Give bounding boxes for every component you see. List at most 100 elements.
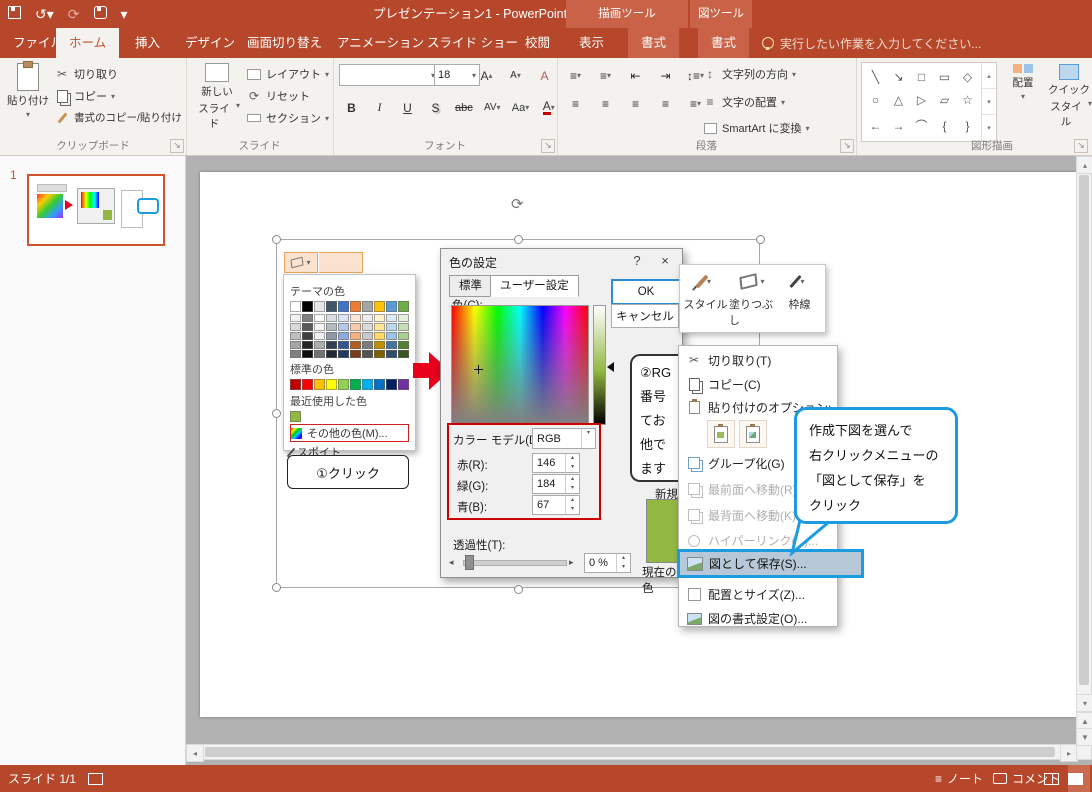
more-colors-item[interactable]: その他の色(M)... (290, 424, 409, 442)
tab-custom-colors[interactable]: ユーザー設定 (490, 275, 579, 297)
notes-button[interactable]: ≡ ノート (935, 765, 983, 792)
tab-picture-format[interactable]: 書式 (698, 28, 750, 58)
shape-icon[interactable]: △ (894, 93, 903, 107)
shape-icon[interactable]: ○ (872, 93, 879, 107)
shape-outline-button[interactable]: ▾ 枠線 (776, 269, 823, 328)
increase-indent-button[interactable]: ⇥ (655, 66, 676, 85)
bold-button[interactable]: B (341, 98, 362, 117)
fill-color-button[interactable]: ▾ (284, 252, 318, 273)
smartart-button[interactable]: SmartArt に変換 ▾ (702, 120, 809, 136)
shape-icon[interactable]: { (942, 119, 946, 133)
tab-home[interactable]: ホーム (56, 28, 120, 58)
selection-handle-top-right[interactable] (756, 235, 765, 244)
tab-drawing-format[interactable]: 書式 (628, 28, 680, 58)
redo-button[interactable]: ⟳ (68, 6, 80, 23)
transparency-spinner[interactable]: 0 % ▴ ▾ (584, 553, 631, 573)
shapes-gallery-scrollbar[interactable]: ▴ ▾ ▾ (981, 63, 996, 141)
color-swatch[interactable] (398, 341, 409, 349)
color-swatch[interactable] (326, 341, 337, 349)
underline-button[interactable]: U (397, 98, 418, 117)
rotation-handle[interactable]: ⟳ (511, 195, 524, 213)
color-swatch[interactable] (350, 314, 361, 322)
new-slide-button[interactable]: 新しい スライド ▾ (194, 63, 240, 131)
color-swatch[interactable] (290, 411, 301, 422)
color-swatch[interactable] (326, 314, 337, 322)
slide-thumbnail[interactable] (27, 174, 165, 246)
color-swatch[interactable] (362, 341, 373, 349)
drawing-dialog-launcher[interactable]: ↘ (1074, 139, 1088, 153)
tab-standard-colors[interactable]: 標準 (449, 275, 492, 297)
color-swatch[interactable] (374, 350, 385, 358)
color-swatch[interactable] (362, 332, 373, 340)
menu-item-copy[interactable]: コピー(C) (679, 372, 837, 396)
shrink-font-button[interactable]: A ▾ (505, 66, 526, 85)
shapes-gallery[interactable]: ╲ ↘ □ ▭ ◇ ○ △ ▷ ▱ ☆ ← → ⌒ {} ▴ ▾ ▾ (861, 62, 997, 142)
menu-item-size-position[interactable]: 配置とサイズ(Z)... (679, 582, 837, 607)
color-swatch[interactable] (362, 323, 373, 331)
selection-handle-top-center[interactable] (514, 235, 523, 244)
tab-transitions[interactable]: 画面切り替え (234, 28, 335, 58)
layout-button[interactable]: レイアウト ▾ (246, 66, 329, 82)
dialog-close-button[interactable]: × (650, 249, 680, 273)
paste-keep-theme-button[interactable] (707, 420, 735, 448)
color-swatch[interactable] (326, 301, 337, 312)
shape-icon[interactable]: ↘ (893, 70, 903, 84)
selection-handle-bottom-center[interactable] (514, 585, 523, 594)
bullets-button[interactable]: ≡ ▾ (565, 66, 586, 85)
color-swatch[interactable] (386, 332, 397, 340)
color-swatch[interactable] (398, 379, 409, 390)
ok-button[interactable]: OK (611, 279, 681, 305)
shape-icon[interactable]: ▭ (939, 70, 950, 84)
color-swatch[interactable] (386, 350, 397, 358)
justify-button[interactable]: ≡ (655, 94, 676, 113)
decrease-indent-button[interactable]: ⇤ (625, 66, 646, 85)
color-swatch[interactable] (290, 314, 301, 322)
color-swatch[interactable] (302, 323, 313, 331)
color-swatch[interactable] (326, 379, 337, 390)
color-swatch[interactable] (350, 323, 361, 331)
color-swatch[interactable] (314, 379, 325, 390)
tab-view[interactable]: 表示 (566, 28, 617, 58)
color-swatch[interactable] (398, 323, 409, 331)
italic-button[interactable]: I (369, 98, 390, 117)
color-swatch[interactable] (338, 314, 349, 322)
touch-mode-button[interactable] (93, 6, 107, 22)
color-swatch[interactable] (362, 301, 373, 312)
color-swatch[interactable] (302, 341, 313, 349)
color-swatch[interactable] (314, 332, 325, 340)
shape-icon[interactable]: ◇ (963, 70, 972, 84)
align-text-button[interactable]: ≡ 文字の配置 ▾ (702, 94, 785, 110)
color-swatch[interactable] (314, 314, 325, 322)
shape-icon[interactable]: ← (870, 119, 882, 133)
reset-button[interactable]: ⟳ リセット (246, 88, 310, 104)
copy-button[interactable]: コピー ▾ (54, 88, 115, 104)
next-slide-button[interactable]: ▼ (1076, 728, 1092, 746)
color-swatch[interactable] (386, 301, 397, 312)
qat-customize-button[interactable]: ▾ (121, 6, 128, 23)
current-view-button[interactable] (1068, 765, 1090, 792)
color-swatch[interactable] (374, 332, 385, 340)
vertical-scroll-thumb[interactable] (1079, 175, 1089, 685)
color-spectrum[interactable] (451, 305, 589, 425)
grow-font-button[interactable]: A ▴ (476, 66, 497, 85)
clipboard-dialog-launcher[interactable]: ↘ (170, 139, 184, 153)
font-name-combo[interactable]: ▾ (339, 64, 439, 86)
undo-button[interactable]: ↺▾ (35, 6, 54, 23)
color-swatch[interactable] (290, 341, 301, 349)
selection-handle-top-left[interactable] (272, 235, 281, 244)
tab-review[interactable]: 校閲 (512, 28, 563, 58)
shape-fill-button[interactable]: ▾ 塗りつぶし (729, 269, 776, 328)
color-swatch[interactable] (290, 301, 301, 312)
color-swatch[interactable] (302, 350, 313, 358)
menu-item-format-picture[interactable]: 図の書式設定(O)... (679, 607, 837, 630)
horizontal-scroll-thumb[interactable] (205, 747, 1055, 757)
character-spacing-button[interactable]: AV ▾ (482, 98, 503, 117)
color-swatch[interactable] (290, 379, 301, 390)
numbering-button[interactable]: ≡ ▾ (595, 66, 616, 85)
color-swatch[interactable] (398, 332, 409, 340)
save-button[interactable] (8, 6, 21, 22)
shape-icon[interactable]: ╲ (872, 70, 879, 84)
color-swatch[interactable] (290, 332, 301, 340)
color-swatch[interactable] (338, 323, 349, 331)
cut-button[interactable]: ✂ 切り取り (54, 66, 118, 82)
